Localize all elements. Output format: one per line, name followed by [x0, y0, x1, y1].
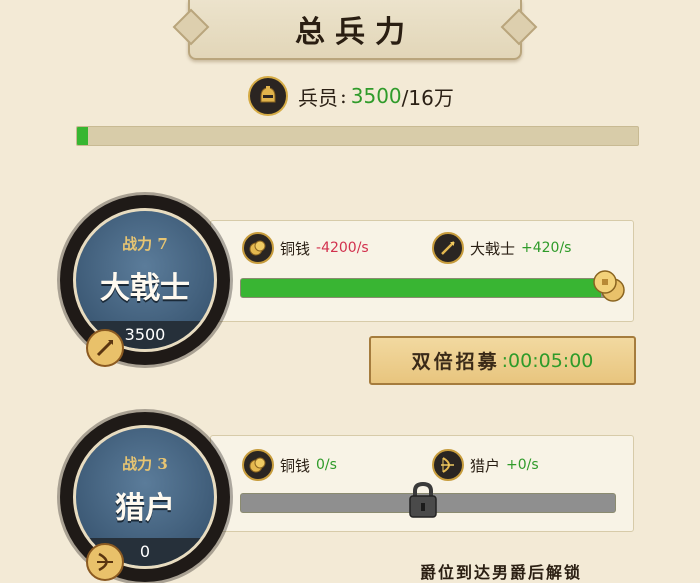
cost-rate: -4200/s [316, 240, 369, 256]
troops-progress-fill [77, 127, 89, 145]
title-plaque: 总兵力 [188, 0, 522, 60]
unit-medallion[interactable]: 战力 7 大戟士 3500 [73, 208, 217, 352]
helmet-icon [248, 76, 288, 116]
stat-gain: 大戟士 +420/s [432, 232, 571, 264]
halberd-icon [432, 232, 464, 264]
troops-current: 3500 [350, 84, 402, 108]
unit-power: 战力 3 [122, 455, 168, 473]
double-recruit-timer: 00:05:00 [508, 349, 594, 372]
page-title: 总兵力 [295, 15, 415, 50]
bow-icon [432, 449, 464, 481]
unit-name: 猎户 [115, 491, 175, 526]
stat-cost: 铜钱 0/s [242, 449, 337, 481]
gain-rate: +420/s [521, 240, 572, 256]
lock-icon [407, 481, 439, 519]
troops-separator: : [340, 84, 347, 108]
unit-progress-bar [240, 278, 609, 298]
gain-label: 大戟士 [470, 239, 516, 258]
coin-icon [242, 449, 274, 481]
troops-label: 兵员 [298, 85, 338, 110]
gain-label: 猎户 [470, 456, 501, 475]
coin-icon [242, 232, 274, 264]
gain-rate: +0/s [506, 457, 539, 473]
double-recruit-label: 双倍招募 [411, 351, 500, 373]
unlock-note: 爵位到达男爵后解锁 [420, 563, 583, 582]
troop-summary: 兵员 : 3500 /16万 [248, 76, 454, 116]
unit-progress-fill [241, 279, 601, 297]
unit-name: 大戟士 [100, 271, 190, 306]
troops-max: /16万 [401, 85, 454, 110]
cost-label: 铜钱 [280, 239, 311, 258]
troops-progress-bar [76, 126, 639, 146]
cost-label: 铜钱 [280, 456, 311, 475]
halberd-badge-icon [86, 329, 124, 367]
stat-gain: 猎户 +0/s [432, 449, 539, 481]
bow-badge-icon [86, 543, 124, 581]
double-recruit-button[interactable]: 双倍招募 : 00:05:00 [369, 336, 636, 385]
stat-cost: 铜钱 -4200/s [242, 232, 369, 264]
cost-rate: 0/s [316, 457, 337, 473]
unit-power: 战力 7 [122, 235, 168, 253]
coins-icon[interactable] [591, 268, 627, 304]
